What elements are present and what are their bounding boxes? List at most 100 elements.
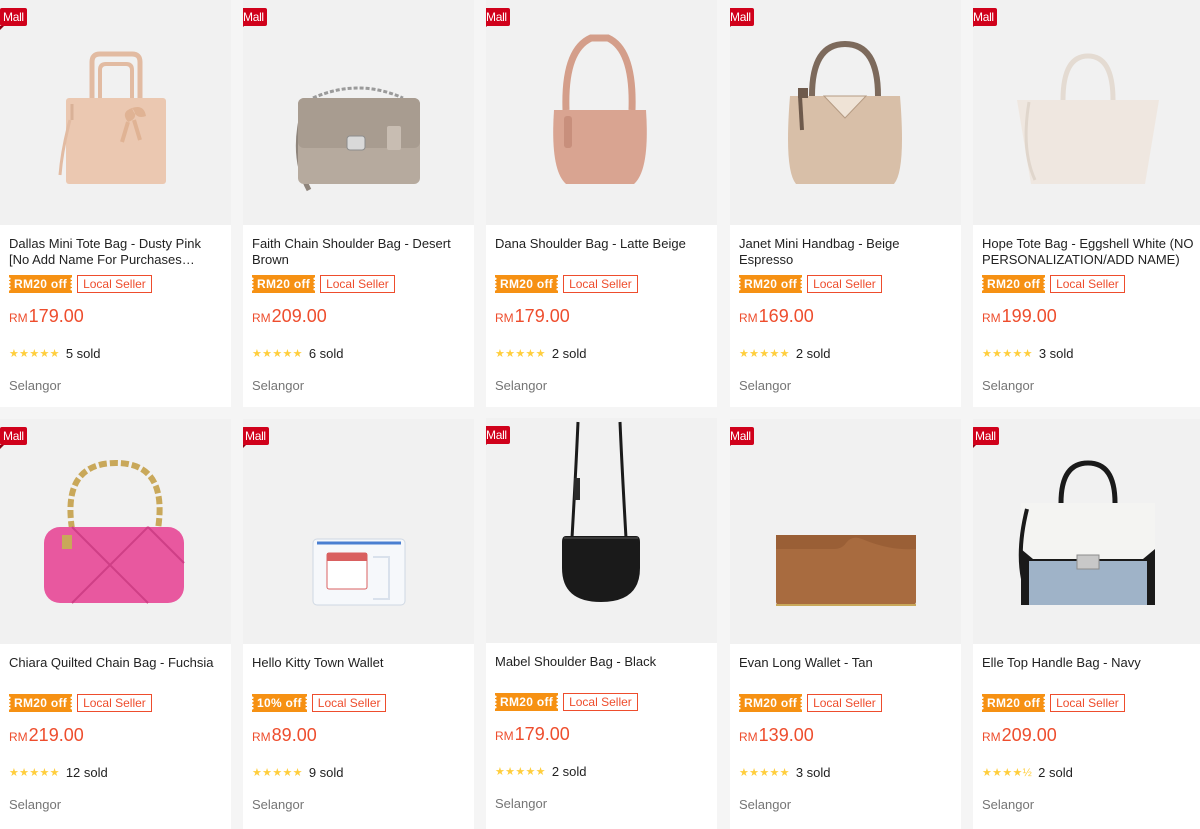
mall-badge: Mall: [243, 427, 269, 449]
product-image[interactable]: [0, 0, 231, 225]
local-seller-badge: Local Seller: [1050, 694, 1125, 712]
quilted-chain-bag-icon: [44, 459, 185, 604]
promo-badge: RM20 off: [980, 275, 1047, 293]
star-rating-icon: ★★★★★: [739, 347, 790, 360]
product-price: RM209.00: [982, 724, 1057, 748]
sold-count: 2 sold: [1038, 764, 1073, 780]
product-card[interactable]: Mall Dallas Mini Tote Bag - Dusty Pink […: [0, 0, 231, 407]
product-card[interactable]: Mall Hello Kitty Town Wallet 10% off Loc…: [243, 419, 474, 829]
product-image[interactable]: [486, 0, 717, 225]
price-value: 89.00: [271, 725, 317, 745]
star-rating-icon: ★★★★★: [252, 766, 303, 779]
local-seller-badge: Local Seller: [807, 694, 882, 712]
tote-bag-icon: [1017, 53, 1159, 184]
badge-row: RM20 off Local Seller: [737, 275, 882, 293]
product-title[interactable]: Hello Kitty Town Wallet: [252, 655, 467, 671]
currency-label: RM: [739, 730, 758, 744]
sold-count: 6 sold: [308, 345, 344, 361]
promo-badge: RM20 off: [7, 275, 74, 293]
product-card[interactable]: Mall Faith Chain Shoulder Bag - Desert B…: [243, 0, 474, 407]
rating-row: ★★★★★ 6 sold: [252, 345, 344, 361]
badge-row: RM20 off Local Seller: [7, 694, 152, 712]
star-rating-icon: ★★★★½: [982, 766, 1033, 779]
badge-row: RM20 off Local Seller: [493, 275, 638, 293]
product-title[interactable]: Janet Mini Handbag - Beige Espresso: [739, 236, 954, 268]
promo-badge: RM20 off: [737, 694, 804, 712]
mall-badge: Mall: [973, 427, 999, 449]
price-value: 219.00: [28, 725, 84, 745]
promo-badge: RM20 off: [737, 275, 804, 293]
currency-label: RM: [495, 729, 514, 743]
product-price: RM179.00: [495, 305, 570, 329]
currency-label: RM: [9, 730, 28, 744]
local-seller-badge: Local Seller: [563, 275, 638, 293]
product-price: RM179.00: [495, 723, 570, 747]
product-title[interactable]: Hope Tote Bag - Eggshell White (NO PERSO…: [982, 236, 1197, 268]
sold-count: 2 sold: [551, 345, 587, 361]
sold-count: 5 sold: [65, 345, 101, 361]
mall-badge: Mall: [730, 8, 754, 30]
product-card[interactable]: Mall Elle Top Handle Bag - Navy RM20 off…: [973, 419, 1200, 829]
star-rating-icon: ★★★★★: [9, 347, 60, 360]
product-card[interactable]: Mall Mabel Shoulder Bag - Black RM20 off…: [486, 418, 717, 829]
product-image[interactable]: [730, 419, 961, 644]
product-title[interactable]: Mabel Shoulder Bag - Black: [495, 654, 710, 670]
mall-badge: Mall: [730, 427, 754, 449]
price-value: 179.00: [514, 724, 570, 744]
local-seller-badge: Local Seller: [311, 694, 387, 712]
product-price: RM199.00: [982, 305, 1057, 329]
product-price: RM209.00: [252, 305, 327, 329]
chain-shoulder-bag-icon: [295, 86, 420, 192]
product-image[interactable]: [0, 419, 231, 644]
wallet-pouch-icon: [312, 538, 406, 606]
promo-badge: RM20 off: [493, 693, 560, 711]
price-value: 139.00: [758, 725, 814, 745]
currency-label: RM: [982, 311, 1001, 325]
local-seller-badge: Local Seller: [77, 694, 152, 712]
seller-location: Selangor: [9, 797, 62, 812]
product-title[interactable]: Dallas Mini Tote Bag - Dusty Pink [No Ad…: [9, 236, 224, 268]
product-price: RM139.00: [739, 724, 814, 748]
product-card[interactable]: Mall Hope Tote Bag - Eggshell White (NO …: [973, 0, 1200, 407]
product-title[interactable]: Faith Chain Shoulder Bag - Desert Brown: [252, 236, 467, 268]
product-card[interactable]: Mall Janet Mini Handbag - Beige Espresso…: [730, 0, 961, 407]
sold-count: 3 sold: [795, 764, 831, 780]
star-rating-icon: ★★★★★: [9, 766, 60, 779]
product-title[interactable]: Evan Long Wallet - Tan: [739, 655, 954, 671]
sold-count: 2 sold: [795, 345, 831, 361]
local-seller-badge: Local Seller: [1050, 275, 1125, 293]
product-title[interactable]: Elle Top Handle Bag - Navy: [982, 655, 1197, 671]
product-price: RM219.00: [9, 724, 84, 748]
rating-row: ★★★★★ 2 sold: [495, 763, 587, 779]
product-image[interactable]: [243, 419, 474, 644]
badge-row: RM20 off Local Seller: [980, 694, 1125, 712]
product-image[interactable]: [730, 0, 961, 225]
seller-location: Selangor: [982, 797, 1035, 812]
product-image[interactable]: [486, 418, 717, 643]
currency-label: RM: [9, 311, 28, 325]
mall-badge: Mall: [243, 8, 267, 30]
product-title[interactable]: Chiara Quilted Chain Bag - Fuchsia: [9, 655, 224, 671]
sold-count: 2 sold: [551, 763, 587, 779]
product-image[interactable]: [973, 0, 1200, 225]
product-card[interactable]: Mall Evan Long Wallet - Tan RM20 off Loc…: [730, 419, 961, 829]
rating-row: ★★★★★ 3 sold: [982, 345, 1074, 361]
sold-count: 3 sold: [1038, 345, 1074, 361]
product-price: RM179.00: [9, 305, 84, 329]
shoulder-bag-icon: [553, 34, 647, 184]
product-image[interactable]: [243, 0, 474, 225]
seller-location: Selangor: [495, 378, 548, 393]
sold-count: 9 sold: [308, 764, 344, 780]
product-image[interactable]: [973, 419, 1200, 644]
price-value: 179.00: [28, 306, 84, 326]
product-title[interactable]: Dana Shoulder Bag - Latte Beige: [495, 236, 710, 252]
seller-location: Selangor: [982, 378, 1035, 393]
mall-badge: Mall: [0, 427, 27, 449]
price-value: 209.00: [1001, 725, 1057, 745]
currency-label: RM: [252, 311, 271, 325]
price-value: 169.00: [758, 306, 814, 326]
product-price: RM169.00: [739, 305, 814, 329]
rating-row: ★★★★½ 2 sold: [982, 764, 1073, 780]
product-card[interactable]: Mall Chiara Quilted Chain Bag - Fuchsia …: [0, 419, 231, 829]
product-card[interactable]: Mall Dana Shoulder Bag - Latte Beige RM2…: [486, 0, 717, 407]
